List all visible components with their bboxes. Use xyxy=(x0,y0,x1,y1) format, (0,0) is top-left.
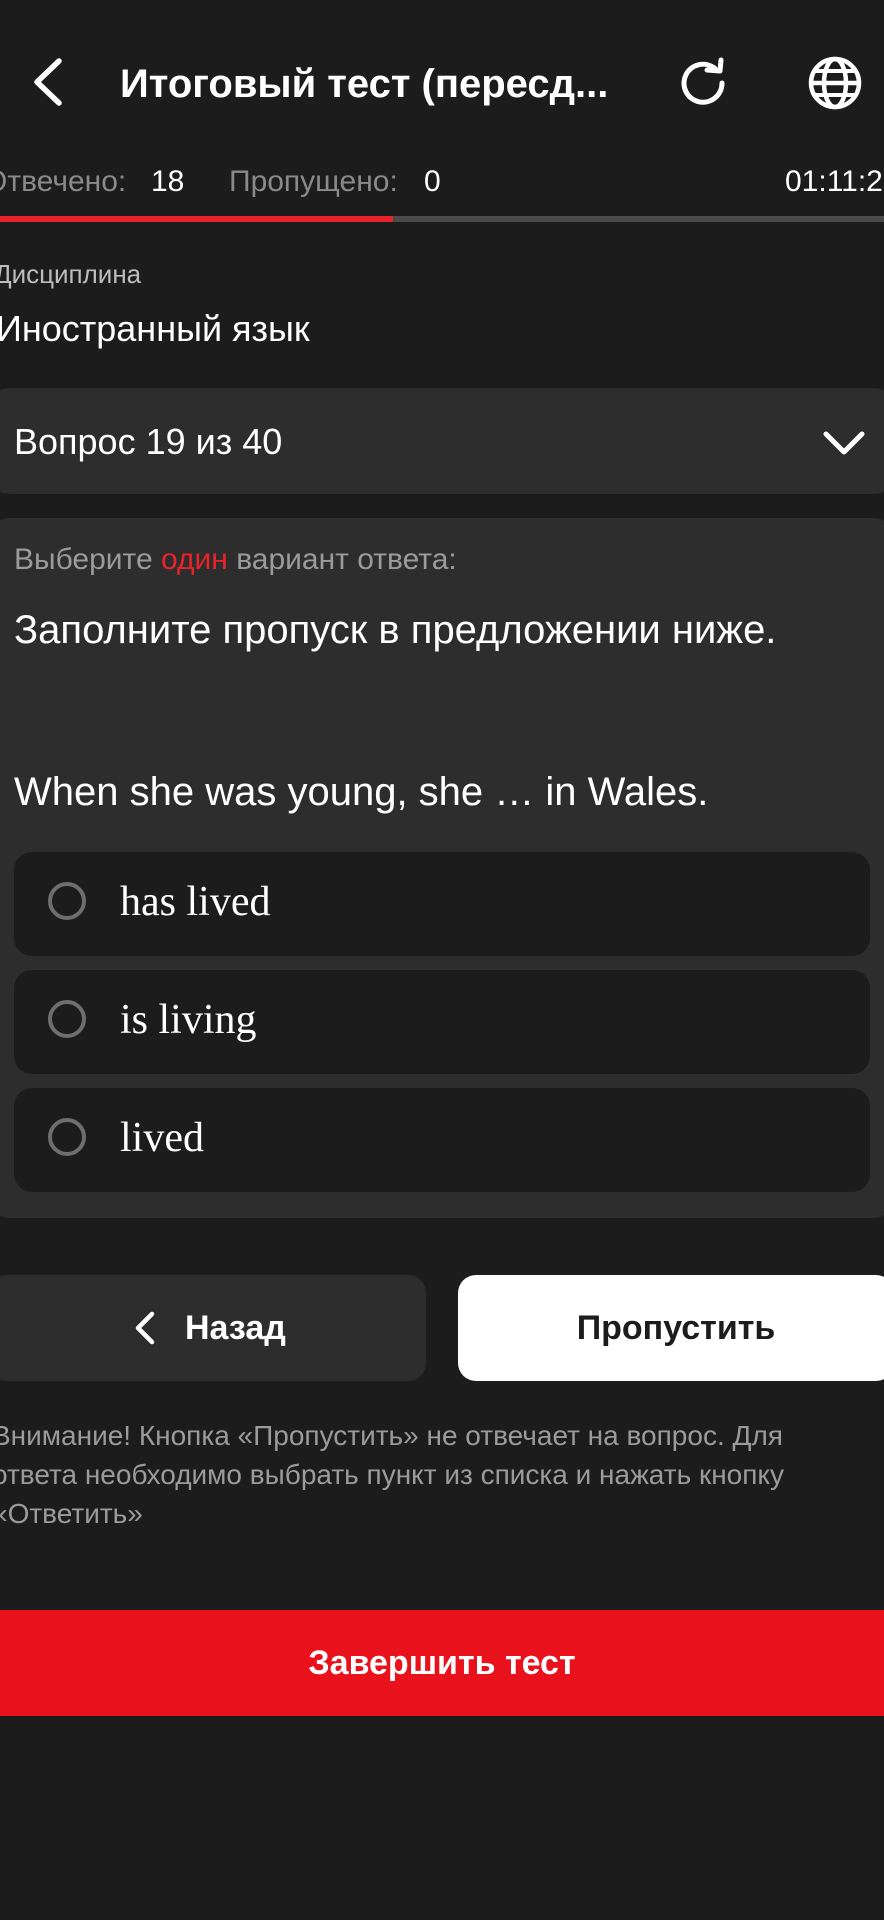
globe-icon xyxy=(808,56,862,110)
instruction-suffix: вариант ответа: xyxy=(236,543,457,576)
radio-button[interactable] xyxy=(48,1000,86,1038)
back-button-label: Назад xyxy=(185,1309,286,1347)
answer-option[interactable]: lived xyxy=(14,1088,870,1192)
chevron-left-icon xyxy=(135,1311,155,1345)
option-label: lived xyxy=(120,1115,204,1161)
instruction-prefix: Выберите xyxy=(14,543,153,576)
refresh-button[interactable] xyxy=(670,50,736,116)
language-button[interactable] xyxy=(800,50,870,116)
refresh-icon xyxy=(681,57,725,105)
timer: 01:11:25 xyxy=(785,165,884,198)
skip-warning-text: Внимание! Кнопка «Пропустить» не отвечае… xyxy=(0,1420,784,1529)
instruction-accent: один xyxy=(160,543,228,576)
back-button[interactable] xyxy=(20,52,76,112)
option-label: has lived xyxy=(120,879,271,925)
app-header: Итоговый тест (пересд... xyxy=(0,0,884,160)
answer-instruction: Выберите один вариант ответа: xyxy=(14,540,457,580)
answer-option[interactable]: is living xyxy=(14,970,870,1074)
skip-button[interactable]: Пропустить xyxy=(458,1275,884,1381)
question-sentence: When she was young, she … in Wales. xyxy=(14,770,709,814)
answered-count: 18 xyxy=(151,165,185,198)
answer-option[interactable]: has lived xyxy=(14,852,870,956)
answered-label: Отвечено: xyxy=(0,165,127,198)
finish-test-button[interactable]: Завершить тест xyxy=(0,1610,884,1716)
radio-button[interactable] xyxy=(48,1118,86,1156)
skipped-label: Пропущено: xyxy=(229,165,398,198)
radio-button[interactable] xyxy=(48,882,86,920)
question-number: Вопрос 19 из 40 xyxy=(14,421,283,462)
skipped-count: 0 xyxy=(424,165,441,198)
discipline-label: Дисциплина xyxy=(0,259,142,289)
page-title: Итоговый тест (пересд... xyxy=(120,62,609,106)
chevron-down-icon xyxy=(823,431,865,455)
option-label: is living xyxy=(120,997,257,1043)
discipline-value: Иностранный язык xyxy=(0,308,310,349)
chevron-left-icon xyxy=(34,58,62,106)
question-text: Заполните пропуск в предложении ниже. xyxy=(14,608,777,652)
progress-bar xyxy=(0,216,393,222)
